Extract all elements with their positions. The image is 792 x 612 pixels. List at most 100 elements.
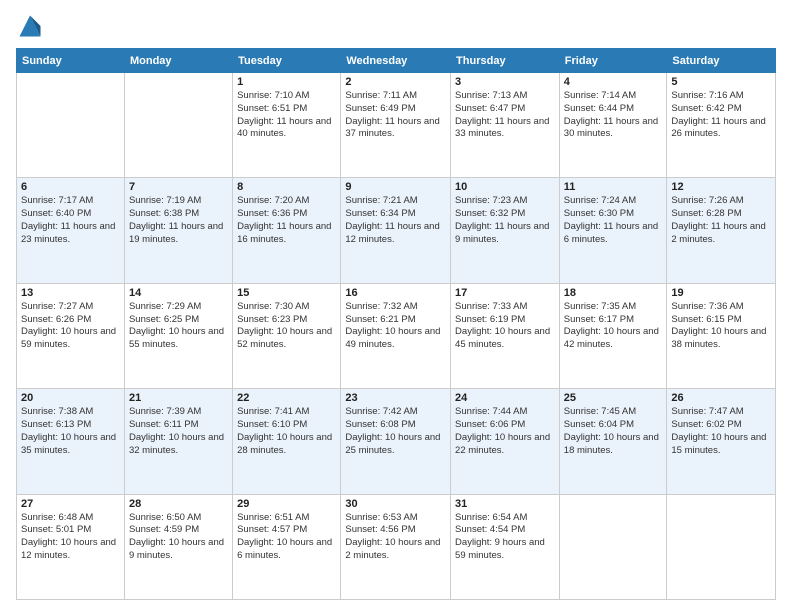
day-number: 12 <box>671 181 771 193</box>
day-number: 16 <box>345 287 446 299</box>
day-number: 31 <box>455 498 555 510</box>
day-detail: Sunrise: 7:23 AMSunset: 6:32 PMDaylight:… <box>455 195 555 246</box>
day-number: 17 <box>455 287 555 299</box>
day-number: 8 <box>237 181 336 193</box>
day-number: 10 <box>455 181 555 193</box>
day-number: 25 <box>564 392 663 404</box>
week-row-1: 1 Sunrise: 7:10 AMSunset: 6:51 PMDaylight… <box>17 73 776 178</box>
calendar-cell <box>667 494 776 599</box>
week-row-2: 6 Sunrise: 7:17 AMSunset: 6:40 PMDaylight… <box>17 178 776 283</box>
weekday-header-row: SundayMondayTuesdayWednesdayThursdayFrid… <box>17 49 776 73</box>
week-row-4: 20 Sunrise: 7:38 AMSunset: 6:13 PMDayligh… <box>17 389 776 494</box>
week-row-5: 27 Sunrise: 6:48 AMSunset: 5:01 PMDayligh… <box>17 494 776 599</box>
day-number: 27 <box>21 498 120 510</box>
weekday-header-sunday: Sunday <box>17 49 125 73</box>
day-number: 14 <box>129 287 228 299</box>
calendar-cell: 15 Sunrise: 7:30 AMSunset: 6:23 PMDayligh… <box>233 283 341 388</box>
calendar-cell: 3Sunrise: 7:13 AMSunset: 6:47 PMDaylight… <box>451 73 560 178</box>
day-detail: Sunrise: 7:44 AMSunset: 6:06 PMDaylight:… <box>455 406 555 457</box>
calendar-cell: 4 Sunrise: 7:14 AMSunset: 6:44 PMDaylight… <box>559 73 667 178</box>
calendar-cell: 22 Sunrise: 7:41 AMSunset: 6:10 PMDayligh… <box>233 389 341 494</box>
logo-icon <box>16 12 44 40</box>
day-detail: Sunrise: 7:41 AMSunset: 6:10 PMDaylight:… <box>237 406 336 457</box>
day-number: 9 <box>345 181 446 193</box>
day-number: 2 <box>345 76 446 88</box>
calendar-page: SundayMondayTuesdayWednesdayThursdayFrid… <box>0 0 792 612</box>
calendar-cell: 7 Sunrise: 7:19 AMSunset: 6:38 PMDaylight… <box>124 178 232 283</box>
day-detail: Sunrise: 6:53 AMSunset: 4:56 PMDaylight:… <box>345 512 446 563</box>
day-number: 7 <box>129 181 228 193</box>
calendar-cell: 6 Sunrise: 7:17 AMSunset: 6:40 PMDaylight… <box>17 178 125 283</box>
day-detail: Sunrise: 7:39 AMSunset: 6:11 PMDaylight:… <box>129 406 228 457</box>
day-number: 22 <box>237 392 336 404</box>
day-detail: Sunrise: 7:19 AMSunset: 6:38 PMDaylight:… <box>129 195 228 246</box>
calendar-cell: 21 Sunrise: 7:39 AMSunset: 6:11 PMDayligh… <box>124 389 232 494</box>
calendar-cell: 20 Sunrise: 7:38 AMSunset: 6:13 PMDayligh… <box>17 389 125 494</box>
day-number: 24 <box>455 392 555 404</box>
calendar-cell: 18Sunrise: 7:35 AMSunset: 6:17 PMDayligh… <box>559 283 667 388</box>
calendar-cell: 19Sunrise: 7:36 AMSunset: 6:15 PMDayligh… <box>667 283 776 388</box>
weekday-header-wednesday: Wednesday <box>341 49 451 73</box>
calendar-table: SundayMondayTuesdayWednesdayThursdayFrid… <box>16 48 776 600</box>
day-detail: Sunrise: 7:33 AMSunset: 6:19 PMDaylight:… <box>455 301 555 352</box>
logo <box>16 12 48 40</box>
day-detail: Sunrise: 7:24 AMSunset: 6:30 PMDaylight:… <box>564 195 663 246</box>
calendar-cell: 30 Sunrise: 6:53 AMSunset: 4:56 PMDayligh… <box>341 494 451 599</box>
day-detail: Sunrise: 7:42 AMSunset: 6:08 PMDaylight:… <box>345 406 446 457</box>
day-number: 30 <box>345 498 446 510</box>
week-row-3: 13 Sunrise: 7:27 AMSunset: 6:26 PMDayligh… <box>17 283 776 388</box>
calendar-cell <box>124 73 232 178</box>
day-detail: Sunrise: 7:11 AMSunset: 6:49 PMDaylight:… <box>345 90 446 141</box>
day-detail: Sunrise: 6:50 AMSunset: 4:59 PMDaylight:… <box>129 512 228 563</box>
day-detail: Sunrise: 6:54 AMSunset: 4:54 PMDaylight:… <box>455 512 555 563</box>
calendar-cell: 14 Sunrise: 7:29 AMSunset: 6:25 PMDayligh… <box>124 283 232 388</box>
day-number: 6 <box>21 181 120 193</box>
calendar-cell: 11 Sunrise: 7:24 AMSunset: 6:30 PMDayligh… <box>559 178 667 283</box>
day-number: 13 <box>21 287 120 299</box>
weekday-header-saturday: Saturday <box>667 49 776 73</box>
calendar-cell: 31 Sunrise: 6:54 AMSunset: 4:54 PMDayligh… <box>451 494 560 599</box>
day-number: 11 <box>564 181 663 193</box>
calendar-cell <box>559 494 667 599</box>
day-detail: Sunrise: 7:29 AMSunset: 6:25 PMDaylight:… <box>129 301 228 352</box>
calendar-cell: 23 Sunrise: 7:42 AMSunset: 6:08 PMDayligh… <box>341 389 451 494</box>
day-detail: Sunrise: 7:14 AMSunset: 6:44 PMDaylight:… <box>564 90 663 141</box>
day-number: 15 <box>237 287 336 299</box>
day-detail: Sunrise: 7:27 AMSunset: 6:26 PMDaylight:… <box>21 301 120 352</box>
calendar-cell: 9 Sunrise: 7:21 AMSunset: 6:34 PMDaylight… <box>341 178 451 283</box>
day-number: 20 <box>21 392 120 404</box>
calendar-cell: 27 Sunrise: 6:48 AMSunset: 5:01 PMDayligh… <box>17 494 125 599</box>
day-number: 4 <box>564 76 663 88</box>
day-number: 21 <box>129 392 228 404</box>
calendar-cell: 1 Sunrise: 7:10 AMSunset: 6:51 PMDaylight… <box>233 73 341 178</box>
calendar-cell: 24 Sunrise: 7:44 AMSunset: 6:06 PMDayligh… <box>451 389 560 494</box>
day-number: 1 <box>237 76 336 88</box>
day-detail: Sunrise: 7:38 AMSunset: 6:13 PMDaylight:… <box>21 406 120 457</box>
day-detail: Sunrise: 7:16 AMSunset: 6:42 PMDaylight:… <box>671 90 771 141</box>
calendar-cell: 12 Sunrise: 7:26 AMSunset: 6:28 PMDayligh… <box>667 178 776 283</box>
calendar-cell: 8 Sunrise: 7:20 AMSunset: 6:36 PMDaylight… <box>233 178 341 283</box>
calendar-cell: 16 Sunrise: 7:32 AMSunset: 6:21 PMDayligh… <box>341 283 451 388</box>
day-detail: Sunrise: 7:30 AMSunset: 6:23 PMDaylight:… <box>237 301 336 352</box>
day-detail: Sunrise: 7:21 AMSunset: 6:34 PMDaylight:… <box>345 195 446 246</box>
calendar-cell: 26Sunrise: 7:47 AMSunset: 6:02 PMDayligh… <box>667 389 776 494</box>
day-detail: Sunrise: 7:32 AMSunset: 6:21 PMDaylight:… <box>345 301 446 352</box>
day-detail: Sunrise: 7:17 AMSunset: 6:40 PMDaylight:… <box>21 195 120 246</box>
day-detail: Sunrise: 7:47 AMSunset: 6:02 PMDaylight:… <box>671 406 771 457</box>
calendar-cell: 28 Sunrise: 6:50 AMSunset: 4:59 PMDayligh… <box>124 494 232 599</box>
day-detail: Sunrise: 7:20 AMSunset: 6:36 PMDaylight:… <box>237 195 336 246</box>
day-number: 29 <box>237 498 336 510</box>
calendar-cell: 10 Sunrise: 7:23 AMSunset: 6:32 PMDayligh… <box>451 178 560 283</box>
calendar-cell: 13 Sunrise: 7:27 AMSunset: 6:26 PMDayligh… <box>17 283 125 388</box>
day-detail: Sunrise: 7:26 AMSunset: 6:28 PMDaylight:… <box>671 195 771 246</box>
day-detail: Sunrise: 6:48 AMSunset: 5:01 PMDaylight:… <box>21 512 120 563</box>
day-number: 28 <box>129 498 228 510</box>
calendar-cell: 17 Sunrise: 7:33 AMSunset: 6:19 PMDayligh… <box>451 283 560 388</box>
day-detail: Sunrise: 7:36 AMSunset: 6:15 PMDaylight:… <box>671 301 771 352</box>
day-number: 5 <box>671 76 771 88</box>
day-detail: Sunrise: 7:10 AMSunset: 6:51 PMDaylight:… <box>237 90 336 141</box>
calendar-cell: 5 Sunrise: 7:16 AMSunset: 6:42 PMDaylight… <box>667 73 776 178</box>
day-number: 23 <box>345 392 446 404</box>
weekday-header-friday: Friday <box>559 49 667 73</box>
calendar-cell: 2 Sunrise: 7:11 AMSunset: 6:49 PMDaylight… <box>341 73 451 178</box>
